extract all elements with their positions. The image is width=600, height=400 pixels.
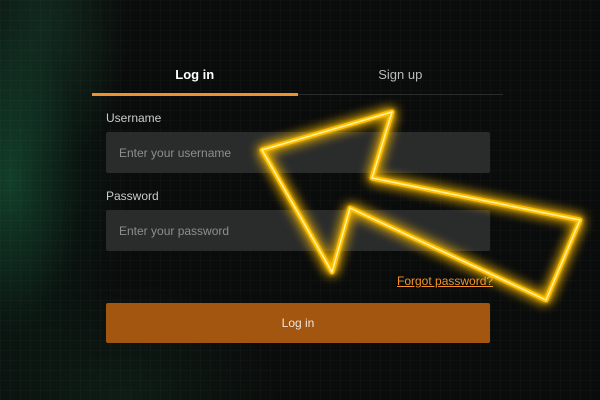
auth-tabs: Log in Sign up (92, 55, 504, 96)
tab-login[interactable]: Log in (92, 55, 298, 96)
login-button[interactable]: Log in (106, 303, 490, 343)
tab-signup[interactable]: Sign up (298, 55, 504, 94)
password-input[interactable] (106, 210, 490, 251)
password-label: Password (106, 189, 159, 203)
forgot-password-link[interactable]: Forgot password? (397, 274, 493, 288)
username-label: Username (106, 111, 162, 125)
login-screen: Log in Sign up Username Password Forgot … (0, 0, 600, 400)
auth-panel: Log in Sign up Username Password Forgot … (92, 55, 503, 355)
username-input[interactable] (106, 132, 490, 173)
